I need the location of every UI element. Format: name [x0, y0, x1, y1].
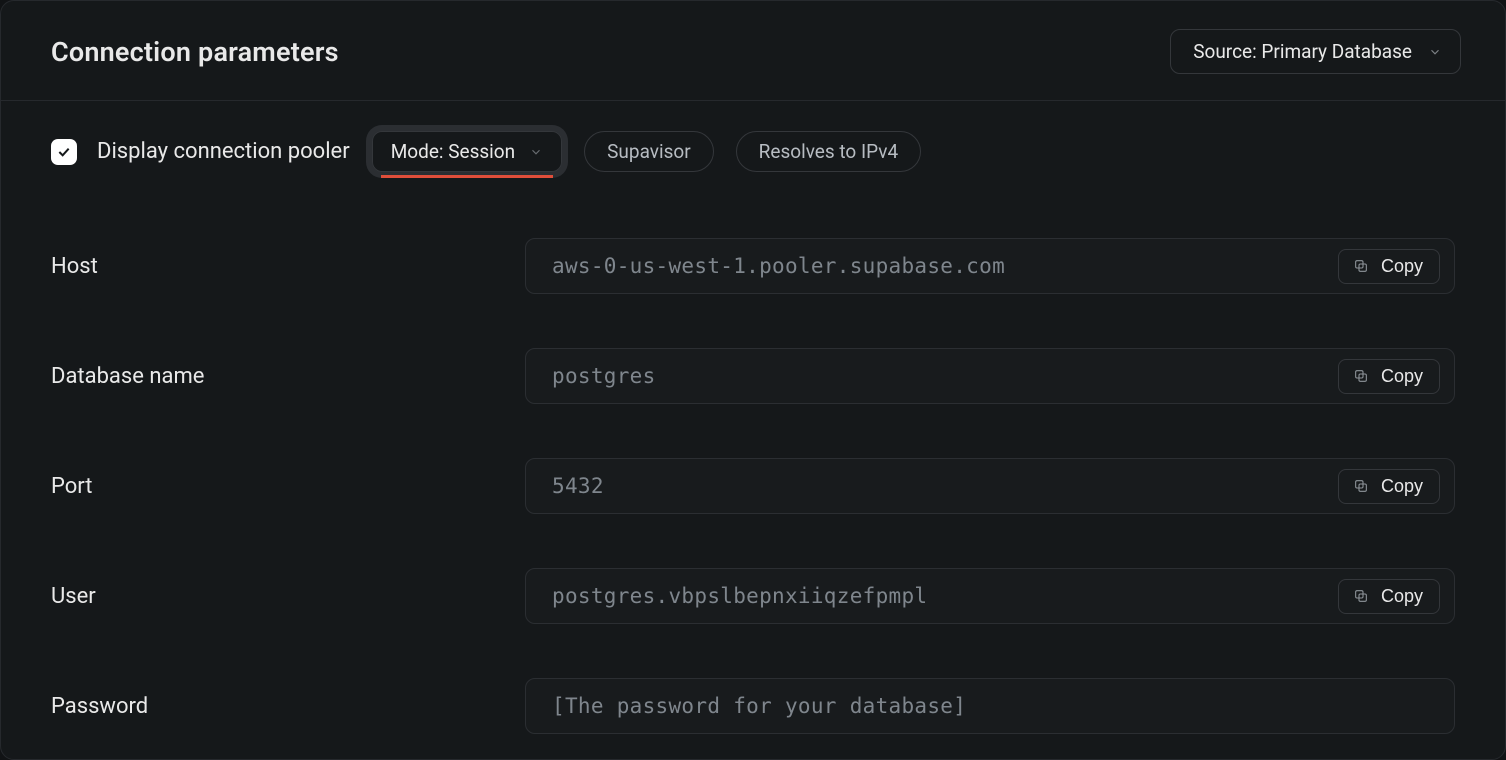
chevron-down-icon [529, 145, 543, 159]
toolbar: Display connection pooler Mode: Session … [51, 131, 1455, 172]
chevron-down-icon [1428, 45, 1442, 59]
copy-button[interactable]: Copy [1338, 359, 1440, 394]
connection-params-card: Connection parameters Source: Primary Da… [0, 0, 1506, 760]
copy-button[interactable]: Copy [1338, 249, 1440, 284]
connection-fields: Host aws-0-us-west-1.pooler.supabase.com C… [51, 218, 1455, 754]
card-title: Connection parameters [51, 36, 339, 68]
chip-resolves-ipv4: Resolves to IPv4 [736, 131, 921, 172]
copy-icon [1353, 478, 1369, 494]
field-label: Port [51, 474, 525, 499]
field-label: Host [51, 254, 525, 279]
display-pooler-label: Display connection pooler [97, 139, 350, 164]
mode-select-label: Mode: Session [391, 140, 515, 163]
field-value: 5432 Copy [525, 458, 1455, 514]
field-value: aws-0-us-west-1.pooler.supabase.com Copy [525, 238, 1455, 294]
copy-button-label: Copy [1381, 366, 1423, 387]
chip-supavisor: Supavisor [584, 131, 714, 172]
copy-button-label: Copy [1381, 586, 1423, 607]
field-value-text: postgres [552, 364, 656, 388]
checkbox-box [51, 139, 77, 165]
copy-icon [1353, 588, 1369, 604]
copy-button[interactable]: Copy [1338, 579, 1440, 614]
field-value-text: 5432 [552, 474, 604, 498]
copy-button[interactable]: Copy [1338, 469, 1440, 504]
copy-icon [1353, 258, 1369, 274]
copy-button-label: Copy [1381, 256, 1423, 277]
card-header: Connection parameters Source: Primary Da… [1, 1, 1505, 101]
field-row: Password [The password for your database] [51, 658, 1455, 754]
field-label: Database name [51, 364, 525, 389]
source-select[interactable]: Source: Primary Database [1170, 29, 1461, 74]
field-label: User [51, 584, 525, 609]
field-label: Password [51, 694, 525, 719]
field-row: Port 5432 Copy [51, 438, 1455, 534]
copy-icon [1353, 368, 1369, 384]
field-value-text: [The password for your database] [552, 694, 966, 718]
field-value: postgres.vbpslbepnxiiqzefpmpl Copy [525, 568, 1455, 624]
display-pooler-checkbox[interactable]: Display connection pooler [51, 139, 350, 165]
card-body: Display connection pooler Mode: Session … [1, 101, 1505, 759]
copy-button-label: Copy [1381, 476, 1423, 497]
check-icon [56, 144, 72, 160]
field-value-text: aws-0-us-west-1.pooler.supabase.com [552, 254, 1005, 278]
source-select-label: Source: Primary Database [1193, 40, 1412, 63]
field-row: Host aws-0-us-west-1.pooler.supabase.com C… [51, 218, 1455, 314]
field-row: Database name postgres Copy [51, 328, 1455, 424]
field-value-text: postgres.vbpslbepnxiiqzefpmpl [552, 584, 927, 608]
field-value: postgres Copy [525, 348, 1455, 404]
mode-select[interactable]: Mode: Session [372, 131, 562, 172]
field-row: User postgres.vbpslbepnxiiqzefpmpl Copy [51, 548, 1455, 644]
field-value: [The password for your database] [525, 678, 1455, 734]
